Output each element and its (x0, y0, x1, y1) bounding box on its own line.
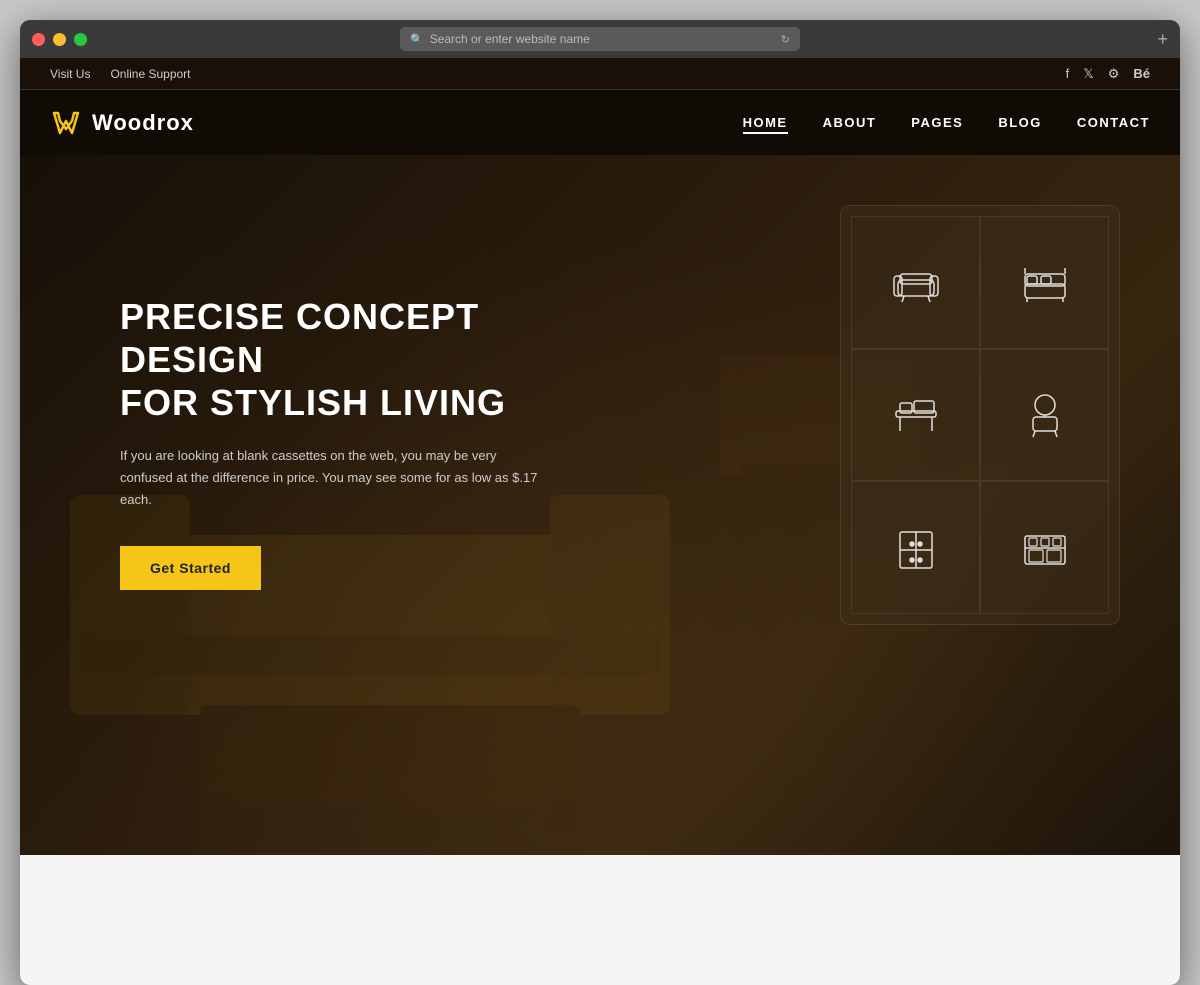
hero-title: PRECISE CONCEPT DESIGN FOR STYLISH LIVIN… (120, 295, 570, 425)
furniture-cell-desk[interactable] (851, 349, 980, 482)
settings-icon[interactable]: ⚙ (1108, 66, 1120, 82)
below-fold-section (20, 855, 1180, 985)
website-content: Visit Us Online Support f 𝕏 ⚙ Bé Woodrox… (20, 58, 1180, 985)
maximize-button[interactable] (74, 33, 87, 46)
furniture-cell-chair[interactable] (980, 349, 1109, 482)
behance-icon[interactable]: Bé (1133, 66, 1150, 81)
new-tab-button[interactable]: + (1157, 29, 1168, 50)
url-text: Search or enter website name (430, 32, 775, 46)
social-icons: f 𝕏 ⚙ Bé (1066, 66, 1150, 82)
reload-icon[interactable]: ↻ (781, 33, 790, 46)
desk-icon (890, 389, 942, 441)
furniture-cell-sofa[interactable] (851, 216, 980, 349)
url-bar[interactable]: 🔍 Search or enter website name ↻ (400, 27, 800, 51)
bed-icon (1019, 256, 1071, 308)
twitter-icon[interactable]: 𝕏 (1083, 66, 1093, 82)
utility-bar: Visit Us Online Support f 𝕏 ⚙ Bé (20, 58, 1180, 90)
nav-contact[interactable]: CONTACT (1077, 115, 1150, 130)
nav-home[interactable]: HOME (743, 115, 788, 130)
furniture-panel (840, 205, 1120, 625)
nav-pages[interactable]: PAGES (911, 115, 963, 130)
close-button[interactable] (32, 33, 45, 46)
logo-icon (50, 107, 82, 139)
furniture-cell-bed[interactable] (980, 216, 1109, 349)
hero-section: PRECISE CONCEPT DESIGN FOR STYLISH LIVIN… (20, 155, 1180, 855)
main-navigation: Woodrox HOME ABOUT PAGES BLOG CONTACT (20, 90, 1180, 155)
online-support-link[interactable]: Online Support (110, 67, 190, 81)
mac-browser-window: 🔍 Search or enter website name ↻ + Visit… (20, 20, 1180, 985)
logo-text: Woodrox (92, 110, 194, 136)
nav-links: HOME ABOUT PAGES BLOG CONTACT (743, 115, 1150, 130)
chair-icon (1019, 389, 1071, 441)
logo[interactable]: Woodrox (50, 107, 194, 139)
hero-content: PRECISE CONCEPT DESIGN FOR STYLISH LIVIN… (20, 155, 600, 590)
nav-about[interactable]: ABOUT (823, 115, 877, 130)
facebook-icon[interactable]: f (1066, 66, 1070, 81)
furniture-cell-cabinet[interactable] (851, 481, 980, 614)
shelf-icon (1019, 522, 1071, 574)
search-icon: 🔍 (410, 33, 424, 46)
get-started-button[interactable]: Get Started (120, 546, 261, 590)
cabinet-icon (890, 522, 942, 574)
hero-description: If you are looking at blank cassettes on… (120, 445, 540, 511)
minimize-button[interactable] (53, 33, 66, 46)
nav-blog[interactable]: BLOG (998, 115, 1042, 130)
furniture-cell-shelf[interactable] (980, 481, 1109, 614)
sofa-icon (890, 256, 942, 308)
mac-window-buttons (32, 33, 87, 46)
visit-us-link[interactable]: Visit Us (50, 67, 90, 81)
utility-links: Visit Us Online Support (50, 67, 191, 81)
mac-titlebar: 🔍 Search or enter website name ↻ + (20, 20, 1180, 58)
